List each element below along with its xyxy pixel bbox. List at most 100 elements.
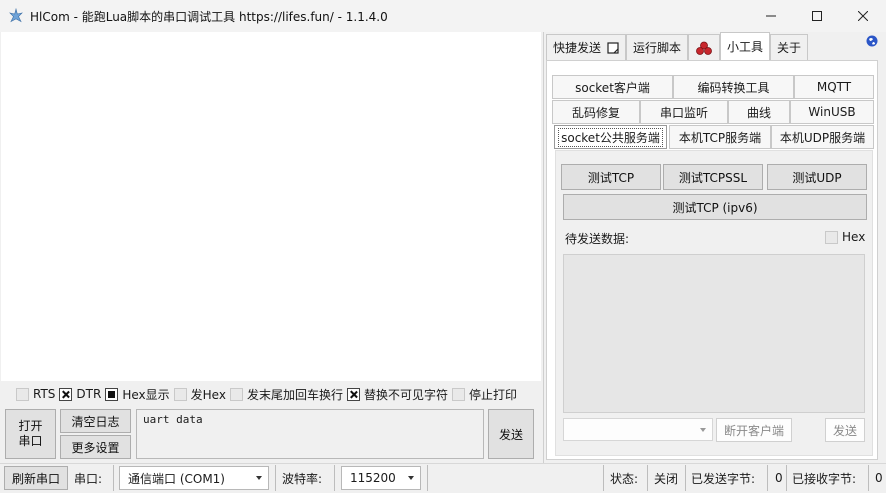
checkbox-label: RTS [33, 387, 56, 401]
maximize-button[interactable] [794, 0, 840, 32]
subtab-label: 本机UDP服务端 [779, 130, 866, 145]
divider [275, 465, 276, 491]
refresh-port-button[interactable]: 刷新串口 [4, 466, 68, 490]
chevron-down-icon [700, 427, 706, 432]
checkbox-label: 发Hex [190, 387, 226, 402]
globe-icon[interactable] [866, 35, 878, 47]
subtab-label: 本机TCP服务端 [678, 130, 762, 145]
more-settings-button[interactable]: 更多设置 [60, 435, 131, 459]
tab-label: 快捷发送 [553, 41, 602, 55]
rts-checkbox[interactable]: RTS [16, 387, 55, 401]
subtab-label: socket公共服务端 [558, 127, 663, 147]
divider [113, 465, 114, 491]
sent-bytes-value: 0 [775, 471, 783, 485]
subtab-label: 串口监听 [659, 105, 708, 120]
append-crlf-checkbox[interactable]: 发末尾加回车换行 [229, 386, 343, 403]
open-port-button[interactable]: 打开 串口 [5, 409, 56, 459]
tab-label: 运行脚本 [633, 41, 682, 55]
subtab-curve[interactable]: 曲线 [728, 100, 790, 124]
divider [685, 465, 686, 491]
pane-send-button[interactable]: 发送 [825, 418, 865, 442]
hex-display-checkbox[interactable]: Hex显示 [105, 386, 170, 403]
subtab-label: WinUSB [808, 105, 856, 119]
close-button[interactable] [840, 0, 886, 32]
close-icon [858, 11, 868, 21]
lua-icon [696, 41, 712, 55]
checkbox-label: 发末尾加回车换行 [246, 387, 343, 402]
checkbox-box [59, 387, 73, 401]
client-select[interactable] [563, 418, 713, 441]
subtab-local-udp-server[interactable]: 本机UDP服务端 [771, 125, 874, 149]
clear-log-button[interactable]: 清空日志 [60, 409, 131, 433]
divider [767, 465, 768, 491]
tab-bar: 快捷发送 运行脚本 小工具 关于 [546, 32, 809, 60]
divider [427, 465, 428, 491]
tab-run-script[interactable]: 运行脚本 [626, 34, 689, 60]
checkbox-label: Hex显示 [122, 387, 170, 402]
dtr-checkbox[interactable]: DTR [59, 387, 101, 401]
subtab-local-tcp-server[interactable]: 本机TCP服务端 [669, 125, 771, 149]
subtab-label: 曲线 [746, 105, 771, 120]
subtab-encoding-tool[interactable]: 编码转换工具 [673, 75, 794, 99]
divider [334, 465, 335, 491]
subtab-label: MQTT [816, 80, 852, 94]
sent-bytes-label: 已发送字节: [691, 471, 756, 486]
divider [868, 465, 869, 491]
subtab-socket-client[interactable]: socket客户端 [552, 75, 673, 99]
chevron-down-icon [408, 476, 414, 480]
send-button[interactable]: 发送 [488, 409, 534, 459]
maximize-icon [812, 11, 822, 21]
tab-quick-send[interactable]: 快捷发送 [546, 34, 627, 60]
disconnect-client-button[interactable]: 断开客户端 [716, 418, 792, 442]
test-tcp-ipv6-button[interactable]: 测试TCP (ipv6) [563, 194, 867, 220]
tab-about[interactable]: 关于 [770, 34, 809, 60]
hex-checkbox[interactable]: Hex [825, 230, 865, 244]
subtab-winusb[interactable]: WinUSB [790, 100, 874, 124]
checkbox-box [452, 387, 465, 401]
log-output[interactable] [1, 32, 541, 381]
pending-data-label: 待发送数据: [565, 232, 630, 246]
checkbox-label: Hex [842, 230, 866, 244]
test-tcpssl-button[interactable]: 测试TCPSSL [663, 164, 763, 190]
minimize-icon [766, 15, 776, 17]
state-value: 关闭 [654, 471, 679, 486]
pending-data-input[interactable] [563, 254, 865, 413]
send-hex-checkbox[interactable]: 发Hex [173, 386, 226, 403]
stop-print-checkbox[interactable]: 停止打印 [452, 386, 517, 403]
port-select-value: 通信端口 (COM1) [128, 471, 225, 486]
options-row: RTS DTR Hex显示 发Hex 发末尾加回车换行 替换不可见字符 停止打印 [16, 385, 521, 403]
checkbox-box [229, 387, 243, 401]
checkbox-label: 替换不可见字符 [363, 387, 448, 402]
test-tcp-button[interactable]: 测试TCP [561, 164, 661, 190]
checkbox-box [16, 387, 29, 401]
subtab-mqtt[interactable]: MQTT [794, 75, 874, 99]
subtab-garble-fix[interactable]: 乱码修复 [552, 100, 640, 124]
replace-invisible-checkbox[interactable]: 替换不可见字符 [346, 386, 448, 403]
test-udp-button[interactable]: 测试UDP [767, 164, 867, 190]
baud-label: 波特率: [282, 471, 323, 486]
checkbox-box [346, 387, 360, 401]
title-bar: HlCom - 能跑Lua脚本的串口调试工具 https://lifes.fun… [0, 0, 886, 32]
checkbox-box [173, 387, 187, 401]
divider [786, 465, 787, 491]
received-bytes-value: 0 [875, 471, 883, 485]
subtab-label: socket客户端 [575, 80, 650, 95]
port-select[interactable]: 通信端口 (COM1) [119, 466, 269, 490]
tab-lua[interactable] [688, 34, 721, 60]
chevron-down-icon [256, 476, 262, 480]
baud-select[interactable]: 115200 [341, 466, 421, 490]
tab-tools[interactable]: 小工具 [720, 32, 771, 60]
received-bytes-label: 已接收字节: [792, 471, 857, 486]
checkbox-box [825, 230, 838, 244]
subtab-socket-public-server[interactable]: socket公共服务端 [554, 125, 667, 149]
minimize-button[interactable] [748, 0, 794, 32]
subtab-port-monitor[interactable]: 串口监听 [640, 100, 728, 124]
send-input[interactable]: uart data [136, 409, 484, 459]
checkbox-label: 停止打印 [469, 387, 518, 402]
state-label: 状态: [610, 471, 639, 486]
checkbox-label: DTR [76, 387, 102, 401]
baud-select-value: 115200 [350, 471, 396, 485]
divider [603, 465, 604, 491]
app-icon [9, 8, 23, 23]
divider [647, 465, 648, 491]
